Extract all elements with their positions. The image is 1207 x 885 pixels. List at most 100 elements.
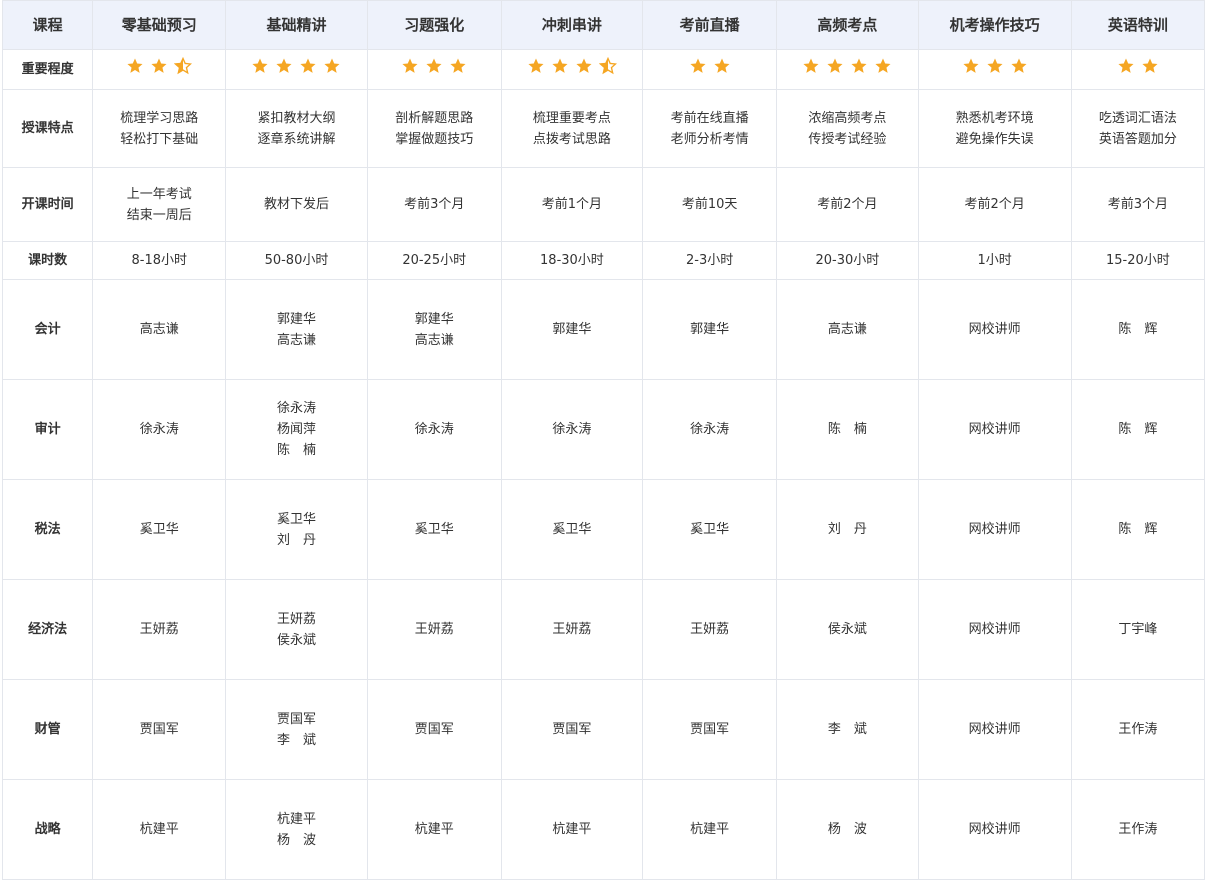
table-cell: 杭建平杨 波 [225,779,368,880]
cell-text: 网校讲师 [968,522,1021,537]
cell-text: 网校讲师 [968,622,1021,637]
table-cell: 王妍荔 侯永斌 [225,579,368,680]
table-cell: 徐永涛 [642,379,778,480]
cell-text: 王妍荔 [139,622,179,637]
table-cell: 杭建平 [500,779,644,880]
cell-text: 梳理重要考点 [532,110,611,126]
table-cell: 8-18小时 [92,241,227,280]
star-rating [251,57,341,75]
star-icon [827,58,843,73]
cell-text: 剖析解题思路 [395,110,474,126]
importance-rating [917,49,1072,90]
star-rating [962,57,1028,75]
table-cell: 贾国军 [642,679,778,780]
table-cell: 杭建平 [642,779,778,880]
cell-text: 杭建平 [414,822,454,837]
table-cell: 王作涛 [1070,679,1206,780]
table-cell: 王妍荔 [366,579,502,680]
header-column: 基础精讲 [225,0,368,50]
table-row: 经济法 王妍荔 王妍荔 侯永斌 王妍荔 王妍荔 王妍荔 侯永斌 网校讲师 丁宇峰 [1,579,1206,680]
importance-rating [92,49,227,90]
cell-text: 刘 丹 [276,532,316,548]
header-column: 零基础预习 [92,0,227,50]
star-icon [252,58,268,73]
header-column: 冲刺串讲 [500,0,644,50]
row-label: 重要程度 [1,49,94,90]
header-column: 英语特训 [1070,0,1206,50]
table-cell: 徐永涛 [92,379,227,480]
table-cell: 紧扣教材大纲 逐章系统讲解 [225,89,368,168]
header-column: 习题强化 [366,0,502,50]
cell-text: 郭建华 [552,322,592,337]
importance-rating [225,49,368,90]
cell-text: 熟悉机考环境 [955,110,1034,126]
star-rating [126,57,193,75]
cell-text: 杭建平 [276,811,316,827]
star-icon [450,58,466,73]
cell-text: 奚卫华 [414,522,454,537]
cell-text: 贾国军 [139,722,179,737]
table-cell: 2-3小时 [642,241,778,280]
cell-text: 王妍荔 [414,622,454,637]
star-icon [714,58,730,73]
row-label: 审计 [1,379,94,480]
cell-text: 8-18小时 [131,253,187,268]
star-icon [851,58,867,73]
row-label: 战略 [1,779,94,880]
cell-text: 2-3小时 [686,253,734,268]
cell-text: 陈 辉 [1118,522,1158,537]
cell-text: 吃透词汇语法 [1098,110,1177,126]
row-label: 会计 [1,279,94,380]
table-cell: 奚卫华刘 丹 [225,479,368,580]
table-row: 会计 高志谦 郭建华 高志谦 郭建华 高志谦 郭建华 郭建华 高志谦 网校讲师陈 辉 [1,279,1206,380]
cell-text: 考前10天 [681,197,738,212]
table-cell: 50-80小时 [225,241,368,280]
cell-text: 50-80小时 [264,253,329,268]
cell-text: 杨闻萍 [276,422,316,437]
table-cell: 网校讲师 [917,479,1072,580]
table-cell: 教材下发后 [225,167,368,242]
header-column: 考前直播 [642,0,778,50]
table-cell: 杭建平 [92,779,227,880]
cell-text: 奚卫华 [276,511,316,527]
table-cell: 陈 辉 [1070,379,1206,480]
star-rating [689,57,731,75]
cell-text: 传授考试经验 [808,131,887,147]
star-icon [528,58,544,73]
header-course: 课程 [1,0,94,50]
cell-text: 考前3个月 [1107,197,1169,212]
table-cell: 郭建华 [642,279,778,380]
cell-text: 20-25小时 [402,253,467,268]
importance-rating [500,49,644,90]
cell-text: 王作涛 [1118,822,1158,837]
table-cell: 奚卫华 [92,479,227,580]
table-row: 财管 贾国军 贾国军李 斌贾国军 贾国军 贾国军李 斌网校讲师 王作涛 [1,679,1206,780]
cell-text: 徐永涛 [414,422,454,437]
cell-text: 点拨考试思路 [532,131,611,147]
cell-text: 避免操作失误 [955,131,1034,147]
star-icon [1142,58,1158,73]
cell-text: 掌握做题技巧 [395,131,474,147]
star-rating [802,57,892,75]
cell-text: 李 斌 [276,732,316,748]
cell-text: 1小时 [977,253,1012,268]
table-cell: 考前3个月 [1070,167,1206,242]
table-cell: 刘 丹 [776,479,919,580]
table-cell: 20-30小时 [776,241,919,280]
table-row: 审计 徐永涛 徐永涛 杨闻萍陈 楠徐永涛 徐永涛 徐永涛陈 楠网校讲师陈 辉 [1,379,1206,480]
cell-text: 徐永涛 [276,401,316,416]
table-cell: 徐永涛 [366,379,502,480]
row-label: 开课时间 [1,167,94,242]
cell-text: 丁宇峰 [1118,622,1158,637]
header-column: 高频考点 [776,0,919,50]
table-cell: 考前3个月 [366,167,502,242]
table-cell: 网校讲师 [917,579,1072,680]
table-cell: 网校讲师 [917,679,1072,780]
table-cell: 考前10天 [642,167,778,242]
table-cell: 20-25小时 [366,241,502,280]
star-icon [576,58,592,73]
table-cell: 徐永涛 [500,379,644,480]
cell-text: 贾国军 [276,711,316,727]
header-column: 机考操作技巧 [917,0,1072,50]
table-cell: 王妍荔 [500,579,644,680]
